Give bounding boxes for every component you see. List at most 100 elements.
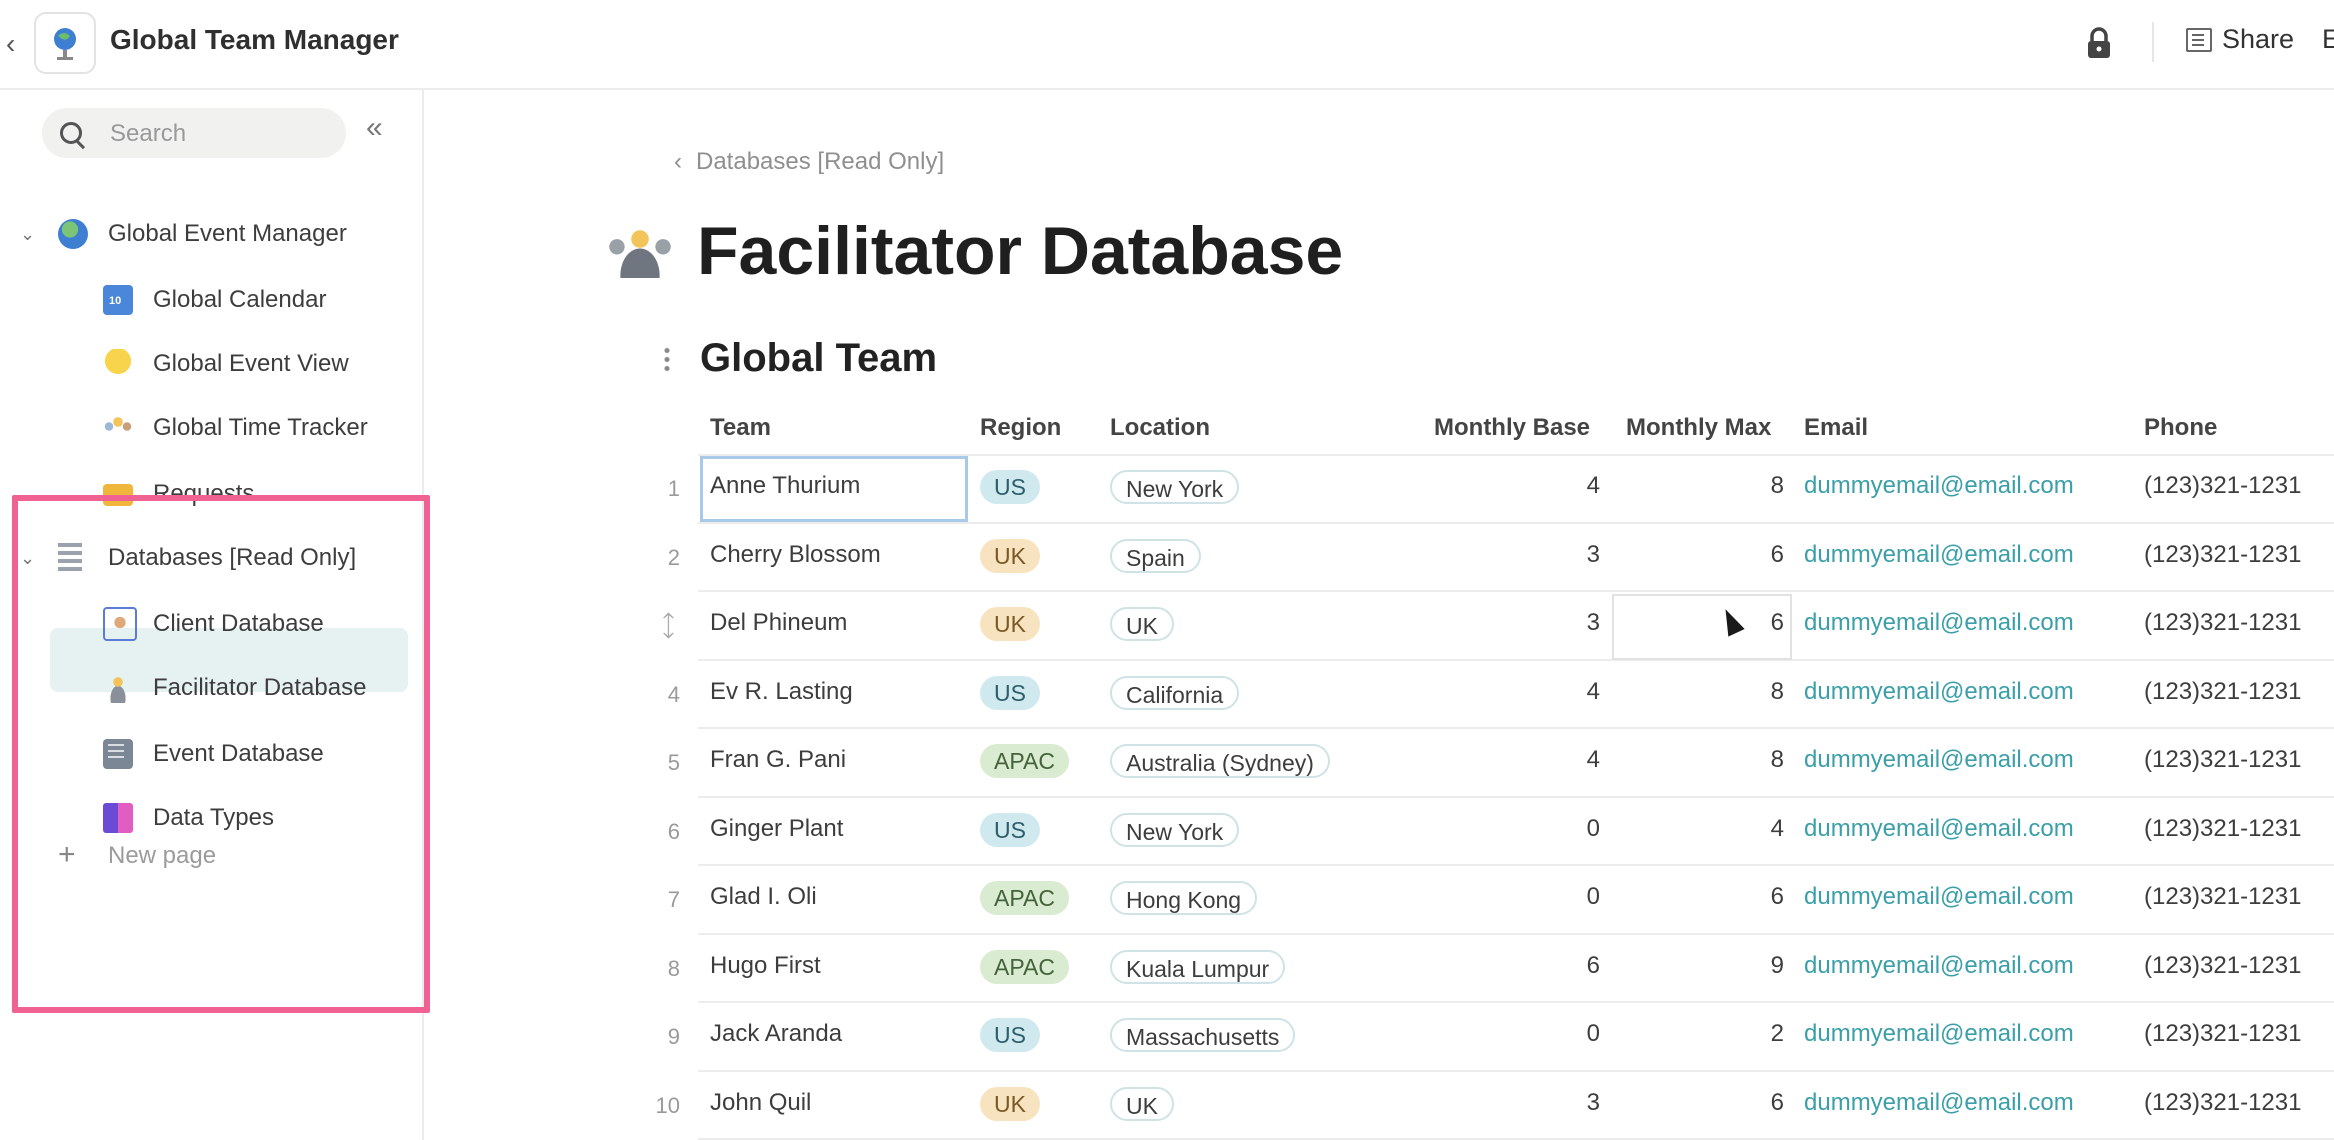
location-tag[interactable]: Massachusetts	[1110, 1018, 1296, 1052]
email-link[interactable]: dummyemail@email.com	[1804, 952, 2074, 980]
doc-icon-button[interactable]	[34, 12, 96, 74]
sidebar-item-global-event-view[interactable]: Global Event View	[0, 334, 422, 394]
breadcrumb[interactable]: ‹ Databases [Read Only]	[674, 148, 944, 176]
location-tag[interactable]: Hong Kong	[1110, 881, 1258, 915]
region-badge[interactable]: APAC	[980, 949, 1069, 984]
monthly-base-cell[interactable]: 4	[1500, 746, 1600, 774]
email-link[interactable]: dummyemail@email.com	[1804, 541, 2074, 569]
phone-cell[interactable]: (123)321-1231	[2144, 952, 2301, 980]
phone-cell[interactable]: (123)321-1231	[2144, 883, 2301, 911]
email-link[interactable]: dummyemail@email.com	[1804, 1020, 2074, 1048]
team-cell[interactable]: Fran G. Pani	[710, 746, 846, 774]
row-number: 10	[655, 1092, 680, 1118]
phone-cell[interactable]: (123)321-1231	[2144, 678, 2301, 706]
phone-cell[interactable]: (123)321-1231	[2144, 609, 2301, 637]
phone-cell[interactable]: (123)321-1231	[2144, 815, 2301, 843]
sidebar-item-global-time-tracker[interactable]: Global Time Tracker	[0, 398, 422, 458]
monthly-max-cell[interactable]: 9	[1684, 952, 1784, 980]
monthly-max-cell[interactable]: 8	[1684, 746, 1784, 774]
region-badge[interactable]: UK	[980, 1086, 1040, 1121]
search-box[interactable]	[42, 108, 346, 158]
lock-icon[interactable]	[2084, 26, 2114, 60]
location-tag[interactable]: Australia (Sydney)	[1110, 744, 1330, 778]
team-cell[interactable]: Glad I. Oli	[710, 883, 817, 911]
location-tag[interactable]: UK	[1110, 607, 1174, 641]
team-cell[interactable]: Hugo First	[710, 952, 821, 980]
collapse-sidebar-icon[interactable]: «	[366, 113, 383, 143]
column-header-monthly-base[interactable]: Monthly Base	[1434, 414, 1590, 442]
monthly-base-cell[interactable]: 4	[1500, 472, 1600, 500]
phone-cell[interactable]: (123)321-1231	[2144, 1020, 2301, 1048]
region-badge[interactable]: APAC	[980, 744, 1069, 778]
region-badge[interactable]: UK	[980, 607, 1040, 641]
column-header-phone[interactable]: Phone	[2144, 414, 2217, 442]
facilitator-page-icon[interactable]	[604, 226, 676, 278]
phone-cell[interactable]: (123)321-1231	[2144, 472, 2301, 500]
team-cell[interactable]: Ginger Plant	[710, 815, 843, 843]
column-header-monthly-max[interactable]: Monthly Max	[1626, 414, 1771, 442]
region-badge[interactable]: US	[980, 812, 1040, 847]
location-tag[interactable]: New York	[1110, 812, 1240, 847]
location-tag[interactable]: UK	[1110, 1086, 1174, 1121]
drag-handle-icon[interactable]	[664, 346, 670, 372]
team-cell[interactable]: Ev R. Lasting	[710, 678, 853, 706]
phone-cell[interactable]: (123)321-1231	[2144, 1089, 2301, 1117]
region-badge[interactable]: US	[980, 1018, 1040, 1052]
email-link[interactable]: dummyemail@email.com	[1804, 815, 2074, 843]
email-link[interactable]: dummyemail@email.com	[1804, 883, 2074, 911]
sidebar-item-event-database[interactable]: Event Database	[0, 724, 422, 784]
team-cell[interactable]: Del Phineum	[710, 609, 847, 637]
expand-row-icon[interactable]: ⤢	[650, 607, 687, 644]
monthly-max-cell[interactable]: 8	[1684, 678, 1784, 706]
sidebar-item-global-calendar[interactable]: Global Calendar	[0, 270, 422, 330]
monthly-base-cell[interactable]: 0	[1500, 815, 1600, 843]
location-tag[interactable]: Kuala Lumpur	[1110, 949, 1286, 984]
column-header-location[interactable]: Location	[1110, 414, 1210, 442]
monthly-max-cell[interactable]: 8	[1684, 472, 1784, 500]
monthly-base-cell[interactable]: 3	[1500, 1089, 1600, 1117]
column-header-region[interactable]: Region	[980, 414, 1061, 442]
chevron-down-icon[interactable]: ⌄	[20, 548, 35, 569]
chevron-down-icon[interactable]: ⌄	[20, 224, 35, 245]
sidebar-group-databases[interactable]: ⌄ Databases [Read Only]	[0, 528, 422, 588]
team-cell[interactable]: Jack Aranda	[710, 1020, 842, 1048]
team-cell[interactable]: Cherry Blossom	[710, 541, 881, 569]
monthly-max-cell[interactable]: 2	[1684, 1020, 1784, 1048]
monthly-base-cell[interactable]: 6	[1500, 952, 1600, 980]
top-bar: ‹ Global Team Manager Share E	[0, 0, 2334, 90]
email-link[interactable]: dummyemail@email.com	[1804, 609, 2074, 637]
monthly-base-cell[interactable]: 4	[1500, 678, 1600, 706]
column-header-team[interactable]: Team	[710, 414, 771, 442]
team-cell[interactable]: John Quil	[710, 1089, 811, 1117]
email-link[interactable]: dummyemail@email.com	[1804, 746, 2074, 774]
sidebar-item-client-database[interactable]: Client Database	[0, 594, 422, 654]
chevron-left-icon[interactable]: ‹	[6, 28, 15, 60]
truncated-toolbar-label[interactable]: E	[2322, 24, 2334, 55]
region-badge[interactable]: US	[980, 470, 1040, 504]
monthly-max-cell[interactable]: 4	[1684, 815, 1784, 843]
monthly-max-cell[interactable]: 6	[1684, 541, 1784, 569]
sidebar-item-requests[interactable]: Requests	[0, 464, 422, 524]
location-tag[interactable]: California	[1110, 675, 1240, 710]
sidebar-group-global-event-manager[interactable]: ⌄ Global Event Manager	[0, 204, 422, 264]
monthly-max-cell[interactable]: 6	[1684, 1089, 1784, 1117]
phone-cell[interactable]: (123)321-1231	[2144, 746, 2301, 774]
monthly-base-cell[interactable]: 0	[1500, 883, 1600, 911]
search-input[interactable]	[108, 118, 332, 150]
email-link[interactable]: dummyemail@email.com	[1804, 678, 2074, 706]
monthly-max-cell[interactable]: 6	[1684, 883, 1784, 911]
region-badge[interactable]: APAC	[980, 881, 1069, 915]
monthly-base-cell[interactable]: 0	[1500, 1020, 1600, 1048]
region-badge[interactable]: UK	[980, 538, 1040, 573]
column-header-email[interactable]: Email	[1804, 414, 1868, 442]
location-tag[interactable]: New York	[1110, 470, 1240, 504]
region-badge[interactable]: US	[980, 675, 1040, 710]
phone-cell[interactable]: (123)321-1231	[2144, 541, 2301, 569]
email-link[interactable]: dummyemail@email.com	[1804, 1089, 2074, 1117]
share-button[interactable]: Share	[2186, 24, 2294, 55]
monthly-base-cell[interactable]: 3	[1500, 541, 1600, 569]
email-link[interactable]: dummyemail@email.com	[1804, 472, 2074, 500]
location-tag[interactable]: Spain	[1110, 538, 1201, 573]
sidebar-item-facilitator-database[interactable]: Facilitator Database	[0, 658, 422, 718]
monthly-base-cell[interactable]: 3	[1500, 609, 1600, 637]
